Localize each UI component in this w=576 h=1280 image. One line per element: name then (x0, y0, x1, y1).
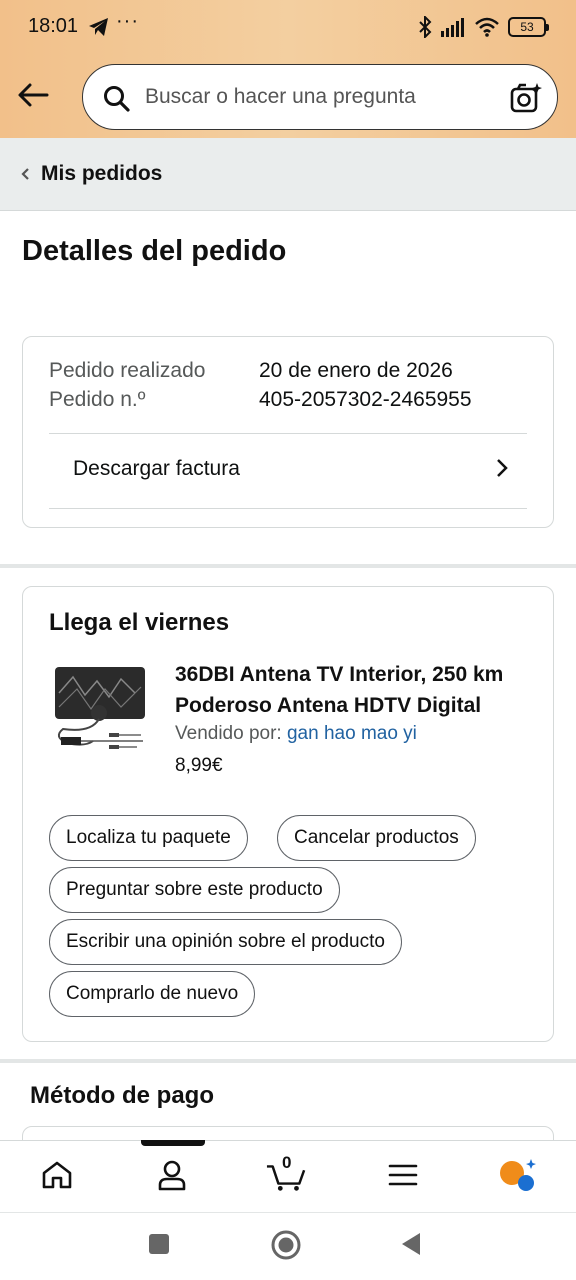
product-title-link[interactable]: 36DBI Antena TV Interior, 250 km Poderos… (175, 659, 535, 721)
order-date-label: Pedido realizado (49, 359, 206, 382)
tab-cart[interactable]: 0 (266, 1153, 306, 1195)
bluetooth-icon (419, 16, 432, 38)
tab-menu[interactable] (383, 1155, 423, 1195)
tab-assistant[interactable] (498, 1155, 538, 1195)
chevron-left-icon (21, 168, 29, 180)
divider (49, 508, 527, 509)
wifi-icon (475, 17, 499, 37)
back-nav-icon[interactable] (400, 1231, 422, 1257)
buy-again-button[interactable]: Comprarlo de nuevo (49, 971, 256, 1017)
seller-prefix: Vendido por: (175, 723, 287, 744)
recents-icon[interactable] (148, 1233, 170, 1255)
download-invoice-link[interactable]: Descargar factura (73, 457, 240, 481)
divider (49, 433, 527, 434)
rufus-assistant-icon (500, 1159, 536, 1191)
product-image[interactable] (51, 663, 151, 759)
seller-info: Vendido por: gan hao mao yi (175, 723, 417, 745)
section-separator (0, 564, 576, 568)
bottom-tab-bar: 0 (0, 1140, 576, 1212)
tab-account[interactable] (152, 1155, 192, 1195)
account-icon (158, 1160, 186, 1191)
battery-level: 53 (520, 20, 534, 34)
signal-icon (441, 18, 464, 37)
ask-product-question-button[interactable]: Preguntar sobre este producto (49, 867, 340, 913)
status-bar: 18:01 ··· 53 (0, 0, 576, 54)
shipment-card: Llega el viernes 36DBI Antena TV Interio… (22, 586, 554, 1042)
cancel-items-button[interactable]: Cancelar productos (277, 815, 476, 861)
home-button-icon[interactable] (270, 1229, 302, 1261)
status-time: 18:01 (28, 15, 79, 37)
battery-icon: 53 (508, 17, 549, 37)
track-package-button[interactable]: Localiza tu paquete (49, 815, 248, 861)
system-navigation-bar (0, 1212, 576, 1280)
write-review-button[interactable]: Escribir una opinión sobre el producto (49, 919, 402, 965)
delivery-heading: Llega el viernes (49, 609, 230, 636)
order-number-label: Pedido n.º (49, 388, 146, 411)
order-date-value: 20 de enero de 2026 (259, 359, 453, 382)
telegram-icon (89, 18, 108, 36)
cart-count-badge: 0 (282, 1153, 292, 1172)
seller-link[interactable]: gan hao mao yi (287, 723, 417, 744)
order-info-card: Pedido realizado 20 de enero de 2026 Ped… (22, 336, 554, 528)
home-icon (42, 1161, 72, 1189)
menu-icon (388, 1164, 418, 1186)
section-separator (0, 1059, 576, 1063)
product-price: 8,99€ (175, 755, 223, 776)
active-tab-indicator (141, 1140, 205, 1146)
breadcrumb-label[interactable]: Mis pedidos (41, 162, 162, 186)
order-number-value: 405-2057302-2465955 (259, 388, 472, 411)
chevron-right-icon[interactable] (495, 457, 509, 479)
back-button[interactable] (16, 78, 50, 112)
arrow-left-icon (18, 83, 49, 107)
app-header: 18:01 ··· 53 Buscar o hacer una pregunta (0, 0, 576, 138)
tab-home[interactable] (37, 1155, 77, 1195)
more-dots-icon: ··· (116, 10, 139, 32)
search-bar[interactable]: Buscar o hacer una pregunta (82, 64, 558, 130)
breadcrumb[interactable]: Mis pedidos (0, 138, 576, 211)
page-title: Detalles del pedido (22, 235, 287, 267)
search-icon (104, 86, 130, 112)
payment-method-heading: Método de pago (30, 1082, 214, 1109)
camera-search-icon[interactable] (509, 81, 543, 115)
search-input[interactable]: Buscar o hacer una pregunta (145, 85, 416, 109)
